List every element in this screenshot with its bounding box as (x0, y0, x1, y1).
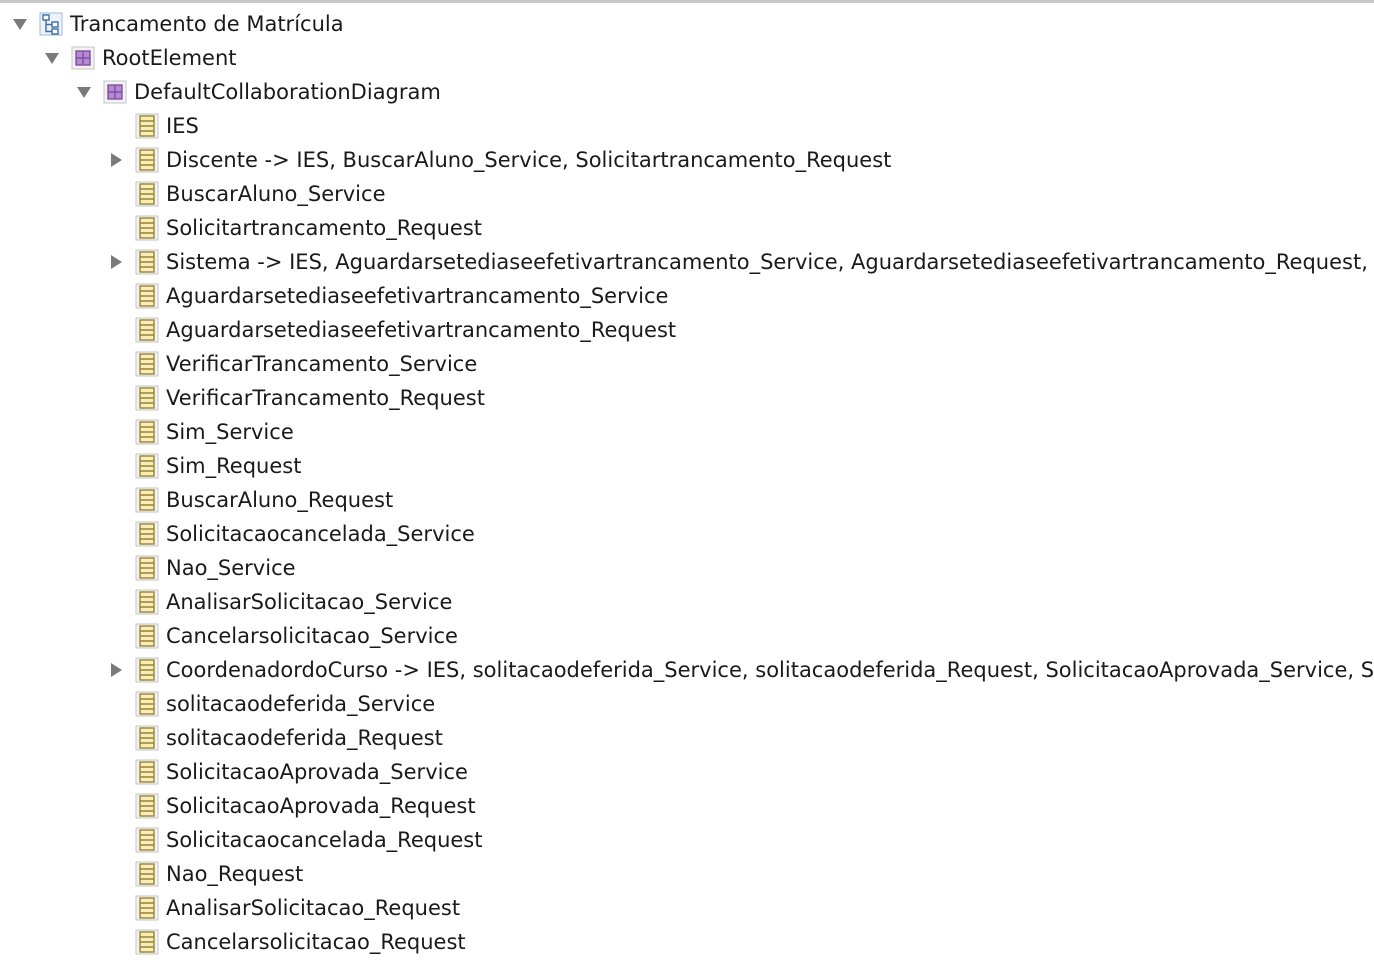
lifeline-icon (135, 385, 159, 411)
lifeline-icon (135, 317, 159, 343)
tree-node-lifeline[interactable]: Cancelarsolicitacao_Service (0, 619, 1374, 653)
tree-node-lifeline[interactable]: CoordenadordoCurso -> IES, solitacaodefe… (0, 653, 1374, 687)
tree-node-lifeline[interactable]: AnalisarSolicitacao_Request (0, 891, 1374, 925)
lifeline-icon (135, 181, 159, 207)
tree-node-lifeline[interactable]: Solicitartrancamento_Request (0, 211, 1374, 245)
tree-node-lifeline[interactable]: Sistema -> IES, Aguardarsetediaseefetiva… (0, 245, 1374, 279)
tree-node-label: RootElement (102, 46, 237, 70)
tree-node-label: AnalisarSolicitacao_Request (166, 896, 461, 920)
tree-node-diagram[interactable]: DefaultCollaborationDiagram (0, 75, 1374, 109)
tree-node-lifeline[interactable]: VerificarTrancamento_Service (0, 347, 1374, 381)
lifeline-icon (135, 351, 159, 377)
tree-node-lifeline[interactable]: Aguardarsetediaseefetivartrancamento_Ser… (0, 279, 1374, 313)
lifeline-icon (135, 283, 159, 309)
lifeline-icon (135, 215, 159, 241)
lifeline-icon (135, 725, 159, 751)
tree-node-lifeline[interactable]: solitacaodeferida_Service (0, 687, 1374, 721)
tree-node-label: IES (166, 114, 199, 138)
tree-node-label: AnalisarSolicitacao_Service (166, 590, 453, 614)
tree-node-label: Sistema -> IES, Aguardarsetediaseefetiva… (166, 250, 1374, 274)
model-tree[interactable]: Trancamento de Matrícula RootElement Def… (0, 7, 1374, 959)
tree-node-label: SolicitacaoAprovada_Request (166, 794, 476, 818)
view-top-border (0, 0, 1374, 3)
tree-node-label: Cancelarsolicitacao_Service (166, 624, 458, 648)
tree-node-lifeline[interactable]: Cancelarsolicitacao_Request (0, 925, 1374, 959)
lifeline-icon (135, 759, 159, 785)
tree-node-lifeline[interactable]: Nao_Request (0, 857, 1374, 891)
tree-node-lifeline[interactable]: solitacaodeferida_Request (0, 721, 1374, 755)
tree-node-lifeline[interactable]: Sim_Service (0, 415, 1374, 449)
tree-node-label: Aguardarsetediaseefetivartrancamento_Ser… (166, 284, 669, 308)
tree-node-label: SolicitacaoAprovada_Service (166, 760, 468, 784)
collapsed-twisty-icon[interactable] (108, 152, 124, 168)
tree-node-label: BuscarAluno_Service (166, 182, 386, 206)
tree-node-label: Aguardarsetediaseefetivartrancamento_Req… (166, 318, 677, 342)
tree-node-lifeline[interactable]: BuscarAluno_Request (0, 483, 1374, 517)
lifeline-icon (135, 691, 159, 717)
expanded-twisty-icon[interactable] (76, 84, 92, 100)
tree-node-label: Trancamento de Matrícula (70, 12, 344, 36)
tree-node-root[interactable]: Trancamento de Matrícula (0, 7, 1374, 41)
tree-node-label: Sim_Service (166, 420, 294, 444)
tree-node-lifeline[interactable]: IES (0, 109, 1374, 143)
tree-node-label: solitacaodeferida_Request (166, 726, 443, 750)
tree-node-label: Solicitacaocancelada_Service (166, 522, 475, 546)
tree-node-lifeline[interactable]: Solicitacaocancelada_Request (0, 823, 1374, 857)
tree-node-lifeline[interactable]: VerificarTrancamento_Request (0, 381, 1374, 415)
lifeline-icon (135, 861, 159, 887)
lifeline-icon (135, 419, 159, 445)
tree-node-label: BuscarAluno_Request (166, 488, 394, 512)
hierarchy-icon (39, 12, 63, 36)
tree-node-label: VerificarTrancamento_Request (166, 386, 485, 410)
tree-node-lifeline[interactable]: Nao_Service (0, 551, 1374, 585)
element-icon (71, 46, 95, 70)
lifeline-icon (135, 929, 159, 955)
collapsed-twisty-icon[interactable] (108, 662, 124, 678)
tree-node-root-element[interactable]: RootElement (0, 41, 1374, 75)
tree-node-label: Sim_Request (166, 454, 302, 478)
tree-node-lifeline[interactable]: Aguardarsetediaseefetivartrancamento_Req… (0, 313, 1374, 347)
element-icon (103, 80, 127, 104)
tree-node-lifeline[interactable]: SolicitacaoAprovada_Service (0, 755, 1374, 789)
collapsed-twisty-icon[interactable] (108, 254, 124, 270)
tree-node-label: solitacaodeferida_Service (166, 692, 436, 716)
tree-node-label: Nao_Service (166, 556, 296, 580)
lifeline-icon (135, 589, 159, 615)
tree-node-label: DefaultCollaborationDiagram (134, 80, 441, 104)
tree-node-lifeline[interactable]: Discente -> IES, BuscarAluno_Service, So… (0, 143, 1374, 177)
lifeline-icon (135, 453, 159, 479)
lifeline-icon (135, 895, 159, 921)
lifeline-icon (135, 623, 159, 649)
lifeline-icon (135, 521, 159, 547)
tree-node-label: Cancelarsolicitacao_Request (166, 930, 466, 954)
tree-node-lifeline[interactable]: Solicitacaocancelada_Service (0, 517, 1374, 551)
tree-node-label: VerificarTrancamento_Service (166, 352, 478, 376)
lifeline-icon (135, 793, 159, 819)
tree-node-lifeline[interactable]: Sim_Request (0, 449, 1374, 483)
tree-node-label: Nao_Request (166, 862, 304, 886)
lifeline-icon (135, 555, 159, 581)
tree-node-label: Discente -> IES, BuscarAluno_Service, So… (166, 148, 892, 172)
tree-node-label: CoordenadordoCurso -> IES, solitacaodefe… (166, 658, 1374, 682)
lifeline-icon (135, 249, 159, 275)
expanded-twisty-icon[interactable] (44, 50, 60, 66)
tree-node-lifeline[interactable]: AnalisarSolicitacao_Service (0, 585, 1374, 619)
tree-node-label: Solicitartrancamento_Request (166, 216, 482, 240)
lifeline-icon (135, 487, 159, 513)
lifeline-icon (135, 147, 159, 173)
expanded-twisty-icon[interactable] (12, 16, 28, 32)
tree-node-lifeline[interactable]: SolicitacaoAprovada_Request (0, 789, 1374, 823)
lifeline-icon (135, 657, 159, 683)
lifeline-icon (135, 827, 159, 853)
lifeline-icon (135, 113, 159, 139)
tree-node-label: Solicitacaocancelada_Request (166, 828, 483, 852)
tree-node-lifeline[interactable]: BuscarAluno_Service (0, 177, 1374, 211)
